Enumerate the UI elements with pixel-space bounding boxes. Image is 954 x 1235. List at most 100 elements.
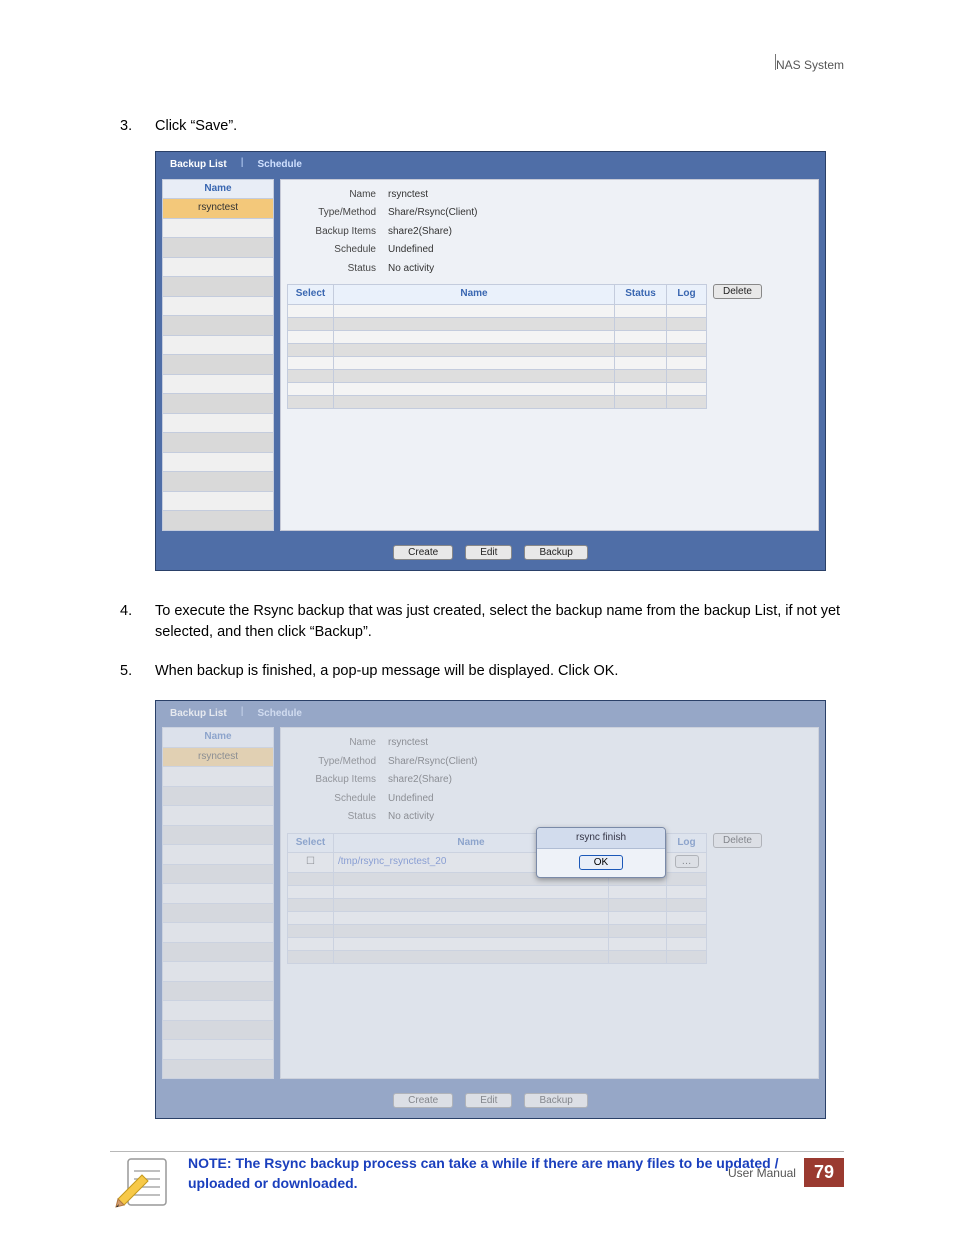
grid-col-log: Log — [667, 285, 707, 305]
side-list-empty — [162, 433, 274, 453]
edit-button[interactable]: Edit — [465, 1093, 512, 1108]
kv-name-label: Name — [287, 734, 382, 753]
kv-status-value: No activity — [382, 808, 483, 827]
kv-name-value: rsynctest — [382, 734, 483, 753]
popup-ok-button[interactable]: OK — [579, 855, 623, 870]
side-list-item-rsynctest[interactable]: rsynctest — [162, 199, 274, 219]
side-list-empty — [162, 884, 274, 904]
side-list-empty — [162, 258, 274, 278]
backup-properties: Namersynctest Type/MethodShare/Rsync(Cli… — [287, 186, 483, 279]
kv-schedule-label: Schedule — [287, 790, 382, 809]
side-list-empty — [162, 511, 274, 531]
panel-bottom-buttons: Create Edit Backup — [156, 541, 825, 562]
side-list-empty — [162, 982, 274, 1002]
side-list-empty — [162, 923, 274, 943]
side-list-empty — [162, 238, 274, 258]
side-list-empty — [162, 962, 274, 982]
side-list-empty — [162, 806, 274, 826]
tab-separator: | — [241, 156, 244, 175]
side-list-header: Name — [162, 179, 274, 200]
backup-side-list: Name rsynctest — [162, 179, 274, 531]
tab-schedule[interactable]: Schedule — [250, 156, 310, 175]
kv-schedule-value: Undefined — [382, 241, 483, 260]
rsync-finish-popup: rsync finish OK — [536, 827, 666, 878]
backup-side-list: Name rsynctest — [162, 727, 274, 1079]
kv-type-label: Type/Method — [287, 204, 382, 223]
kv-type-label: Type/Method — [287, 753, 382, 772]
side-list-empty — [162, 414, 274, 434]
delete-button[interactable]: Delete — [713, 833, 762, 848]
backup-button[interactable]: Backup — [524, 545, 587, 560]
grid-col-select: Select — [288, 833, 334, 853]
kv-items-label: Backup Items — [287, 223, 382, 242]
delete-button[interactable]: Delete — [713, 284, 762, 299]
create-button[interactable]: Create — [393, 545, 453, 560]
grid-col-status: Status — [615, 285, 667, 305]
page-footer: User Manual 79 — [110, 1151, 844, 1187]
grid-col-log: Log — [667, 833, 707, 853]
side-list-empty — [162, 219, 274, 239]
side-list-empty — [162, 943, 274, 963]
step-4-text: To execute the Rsync backup that was jus… — [155, 603, 840, 640]
backup-app-panel-1: Backup List | Schedule Name rsynctest — [155, 151, 826, 571]
side-list-empty — [162, 394, 274, 414]
popup-title: rsync finish — [537, 828, 665, 850]
step-3-text: Click “Save”. — [155, 118, 237, 134]
backup-properties: Namersynctest Type/MethodShare/Rsync(Cli… — [287, 734, 483, 827]
side-list-empty — [162, 845, 274, 865]
side-list-empty — [162, 316, 274, 336]
side-list-empty — [162, 453, 274, 473]
step-3: Click “Save”. Backup List | Schedule Nam… — [110, 116, 844, 571]
panel-bottom-buttons: Create Edit Backup — [156, 1089, 825, 1110]
kv-name-label: Name — [287, 186, 382, 205]
backup-detail-area: Namersynctest Type/MethodShare/Rsync(Cli… — [280, 179, 819, 531]
kv-type-value: Share/Rsync(Client) — [382, 204, 483, 223]
grid-col-select: Select — [288, 285, 334, 305]
step-5-text: When backup is finished, a pop-up messag… — [155, 663, 618, 679]
kv-status-label: Status — [287, 808, 382, 827]
side-list-header: Name — [162, 727, 274, 748]
side-list-empty — [162, 277, 274, 297]
side-list-empty — [162, 1021, 274, 1041]
tab-separator: | — [241, 705, 244, 724]
side-list-empty — [162, 1001, 274, 1021]
backup-app-panel-2: Backup List | Schedule Name rsynctest — [155, 700, 826, 1120]
kv-items-value: share2(Share) — [382, 223, 483, 242]
backup-detail-area: Namersynctest Type/MethodShare/Rsync(Cli… — [280, 727, 819, 1079]
side-list-empty — [162, 1060, 274, 1080]
footer-page-number: 79 — [804, 1158, 844, 1187]
step-4: To execute the Rsync backup that was jus… — [110, 601, 844, 643]
tab-backup-list[interactable]: Backup List — [162, 705, 235, 724]
side-list-item-rsynctest[interactable]: rsynctest — [162, 748, 274, 768]
tab-backup-list[interactable]: Backup List — [162, 156, 235, 175]
edit-button[interactable]: Edit — [465, 545, 512, 560]
side-list-empty — [162, 904, 274, 924]
side-list-empty — [162, 767, 274, 787]
tab-schedule[interactable]: Schedule — [250, 705, 310, 724]
kv-type-value: Share/Rsync(Client) — [382, 753, 483, 772]
kv-status-value: No activity — [382, 260, 483, 279]
side-list-empty — [162, 1040, 274, 1060]
backup-button[interactable]: Backup — [524, 1093, 587, 1108]
side-list-empty — [162, 865, 274, 885]
row-checkbox[interactable]: ☐ — [288, 853, 334, 873]
side-list-empty — [162, 375, 274, 395]
step-5: When backup is finished, a pop-up messag… — [110, 661, 844, 1120]
side-list-empty — [162, 336, 274, 356]
side-list-empty — [162, 826, 274, 846]
row-log-button[interactable]: … — [675, 855, 699, 868]
grid-col-name: Name — [334, 285, 615, 305]
footer-label: User Manual — [728, 1166, 796, 1180]
kv-schedule-value: Undefined — [382, 790, 483, 809]
header-product-name: NAS System — [776, 58, 844, 72]
kv-items-value: share2(Share) — [382, 771, 483, 790]
kv-name-value: rsynctest — [382, 186, 483, 205]
create-button[interactable]: Create — [393, 1093, 453, 1108]
kv-schedule-label: Schedule — [287, 241, 382, 260]
backup-run-grid: Select Name Status Log — [287, 284, 707, 409]
side-list-empty — [162, 492, 274, 512]
kv-items-label: Backup Items — [287, 771, 382, 790]
kv-status-label: Status — [287, 260, 382, 279]
footer-divider — [110, 1151, 844, 1152]
side-list-empty — [162, 472, 274, 492]
